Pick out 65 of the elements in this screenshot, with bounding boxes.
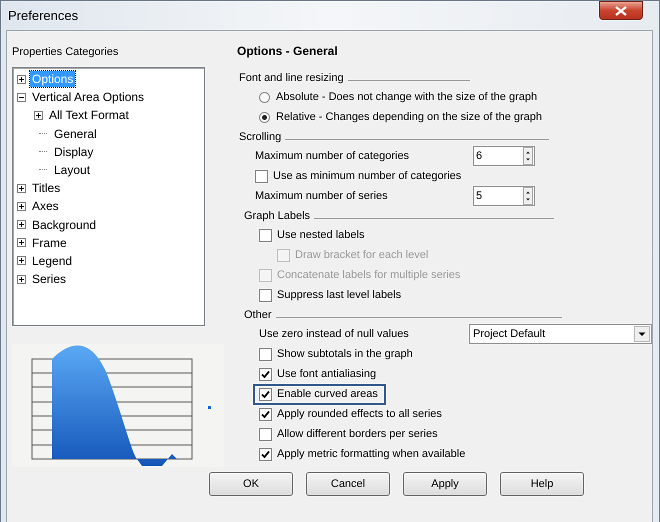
field-label: Use zero instead of null values bbox=[259, 328, 410, 340]
section-heading: Properties Categories bbox=[12, 45, 120, 60]
tree-item[interactable]: Legend bbox=[30, 252, 74, 269]
option-label: Suppress last level labels bbox=[277, 289, 402, 301]
checkbox[interactable] bbox=[259, 388, 272, 400]
option-label: Apply metric formatting when available bbox=[277, 448, 466, 460]
tree-item[interactable]: General bbox=[52, 126, 99, 142]
dropdown[interactable]: Project Default bbox=[469, 324, 652, 344]
number-spinner[interactable]: 6 bbox=[473, 146, 535, 166]
expander-icon[interactable] bbox=[17, 184, 26, 193]
close-button[interactable] bbox=[599, 1, 643, 20]
option-label: Allow different borders per series bbox=[277, 428, 438, 440]
group-heading: Other bbox=[244, 308, 272, 320]
option-label: Enable curved areas bbox=[277, 388, 378, 400]
tree-item[interactable]: Display bbox=[52, 144, 96, 160]
tree-item[interactable]: Background bbox=[30, 216, 98, 233]
expander-icon[interactable] bbox=[34, 110, 43, 120]
checkbox[interactable] bbox=[259, 348, 272, 360]
group-heading: Scrolling bbox=[239, 130, 282, 142]
option-label: Use font antialiasing bbox=[277, 368, 376, 380]
expander-icon[interactable] bbox=[17, 92, 26, 102]
expander-icon[interactable] bbox=[17, 220, 26, 230]
spin-arrows-icon[interactable] bbox=[523, 147, 533, 165]
expander-icon[interactable] bbox=[17, 202, 26, 211]
option-label: Show subtotals in the graph bbox=[277, 348, 413, 360]
checkbox[interactable] bbox=[259, 368, 272, 380]
radio-button[interactable] bbox=[259, 112, 270, 122]
expander-icon[interactable] bbox=[17, 74, 26, 84]
tree-item[interactable]: Layout bbox=[52, 162, 92, 178]
spin-arrows-icon[interactable] bbox=[523, 187, 533, 205]
number-spinner[interactable]: 5 bbox=[473, 186, 535, 206]
tree-item[interactable]: Axes bbox=[30, 198, 61, 214]
checkbox[interactable] bbox=[255, 170, 268, 182]
option-label: Relative - Changes depending on the size of the graph bbox=[276, 111, 542, 123]
checkbox[interactable] bbox=[259, 428, 272, 440]
checkbox[interactable] bbox=[259, 408, 272, 420]
field-label: Maximum number of categories bbox=[255, 150, 410, 162]
checkbox[interactable] bbox=[259, 228, 272, 242]
option-label: Concatenate labels for multiple series bbox=[277, 269, 460, 281]
option-label: Draw bracket for each level bbox=[295, 249, 428, 261]
group-heading: Font and line resizing bbox=[239, 72, 344, 84]
radio-button[interactable] bbox=[259, 92, 270, 102]
window-title: Preferences bbox=[8, 8, 78, 23]
group-heading: Graph Labels bbox=[244, 210, 310, 222]
tree-item[interactable]: Frame bbox=[30, 234, 69, 251]
option-label: Use nested labels bbox=[277, 229, 364, 241]
checkbox[interactable] bbox=[259, 288, 272, 302]
expander-icon[interactable] bbox=[17, 274, 26, 284]
option-label: Absolute - Does not change with the size of the graph bbox=[276, 91, 538, 103]
dialog-button[interactable]: Cancel bbox=[306, 472, 390, 496]
checkbox[interactable] bbox=[259, 448, 272, 460]
tree-item[interactable]: All Text Format bbox=[47, 107, 131, 124]
dialog-button[interactable]: OK bbox=[209, 472, 293, 496]
panel-title: Options - General bbox=[237, 44, 339, 60]
dialog-button[interactable]: Apply bbox=[403, 472, 487, 496]
option-label: Apply rounded effects to all series bbox=[277, 408, 442, 420]
field-label: Maximum number of series bbox=[255, 190, 389, 202]
expander-icon[interactable] bbox=[17, 238, 26, 248]
tree-item[interactable]: Series bbox=[30, 271, 68, 288]
dialog-button[interactable]: Help bbox=[500, 472, 584, 496]
option-label: Use as minimum number of categories bbox=[273, 170, 462, 182]
tree-item[interactable]: Titles bbox=[30, 180, 62, 196]
tree-item[interactable]: Vertical Area Options bbox=[30, 89, 146, 106]
expander-icon[interactable] bbox=[17, 256, 26, 266]
close-icon bbox=[615, 6, 627, 16]
